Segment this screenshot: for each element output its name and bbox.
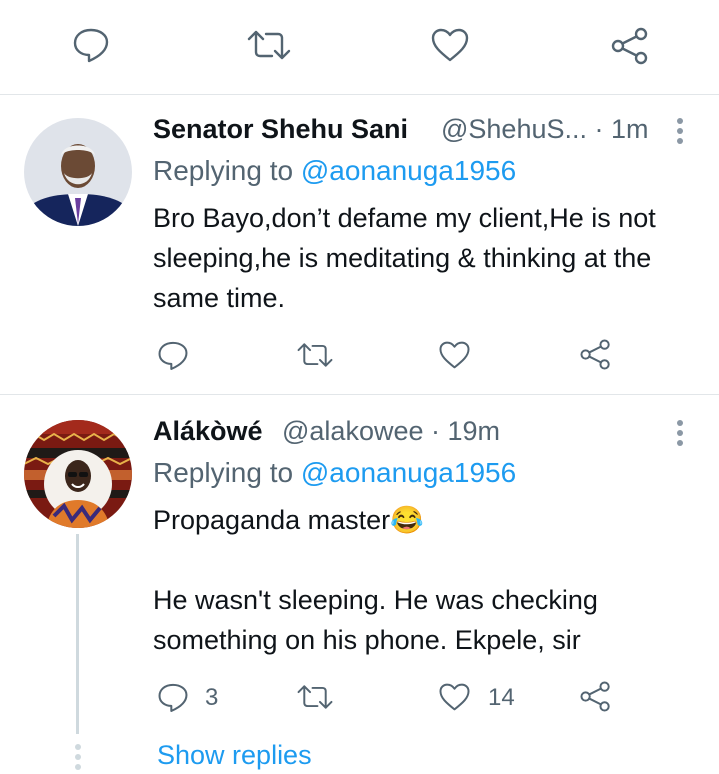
share-button[interactable]: [579, 680, 612, 713]
reply-icon: [158, 341, 188, 370]
thread-line: [76, 534, 79, 734]
retweet-button[interactable]: [296, 683, 334, 711]
tweet-text-line: He wasn't sleeping. He was checking some…: [153, 585, 598, 655]
retweet-button[interactable]: [296, 341, 334, 369]
replying-prefix: Replying to: [153, 155, 294, 186]
share-icon: [580, 681, 610, 712]
like-count: 14: [488, 684, 515, 711]
like-button[interactable]: [438, 682, 471, 712]
share-button[interactable]: [610, 26, 650, 66]
heart-icon: [439, 683, 470, 711]
retweet-icon: [297, 343, 333, 367]
replying-handle-link[interactable]: @aonanuga1956: [301, 457, 516, 488]
retweet-icon: [297, 685, 333, 709]
handle-time: @ShehuS... · 1m: [441, 114, 649, 144]
reply-button[interactable]: [157, 340, 189, 371]
avatar[interactable]: [24, 118, 132, 226]
like-button[interactable]: [430, 27, 470, 63]
retweet-icon: [247, 30, 291, 60]
share-icon: [611, 27, 648, 65]
replying-prefix: Replying to: [153, 457, 294, 488]
avatar[interactable]: [24, 420, 132, 528]
tweet-text-line: Propaganda master😂: [153, 505, 424, 535]
more-options-icon[interactable]: [677, 118, 685, 148]
handle-time: @alakowee · 19m: [282, 416, 501, 446]
replying-handle-link[interactable]: @aonanuga1956: [301, 155, 516, 186]
reply-button[interactable]: [157, 682, 189, 713]
thread-dots: [75, 744, 83, 774]
reply-button[interactable]: [72, 27, 110, 63]
replying-to: Replying to @aonanuga1956: [153, 155, 516, 187]
divider: [0, 94, 719, 95]
display-name[interactable]: Alákòwé: [153, 416, 263, 447]
heart-icon: [431, 28, 469, 62]
share-icon: [580, 339, 610, 370]
tweet-text: Bro Bayo,don’t defame my client,He is no…: [153, 203, 656, 313]
more-options-icon[interactable]: [677, 420, 685, 450]
reply-icon: [158, 683, 188, 712]
share-button[interactable]: [579, 338, 612, 371]
retweet-button[interactable]: [246, 28, 292, 62]
show-replies-link[interactable]: Show replies: [157, 740, 312, 771]
reply-count: 3: [205, 684, 219, 711]
display-name[interactable]: Senator Shehu Sani: [153, 114, 408, 145]
replying-to: Replying to @aonanuga1956: [153, 457, 516, 489]
heart-icon: [439, 341, 470, 369]
divider: [0, 394, 719, 395]
like-button[interactable]: [438, 340, 471, 370]
reply-icon: [73, 28, 109, 63]
